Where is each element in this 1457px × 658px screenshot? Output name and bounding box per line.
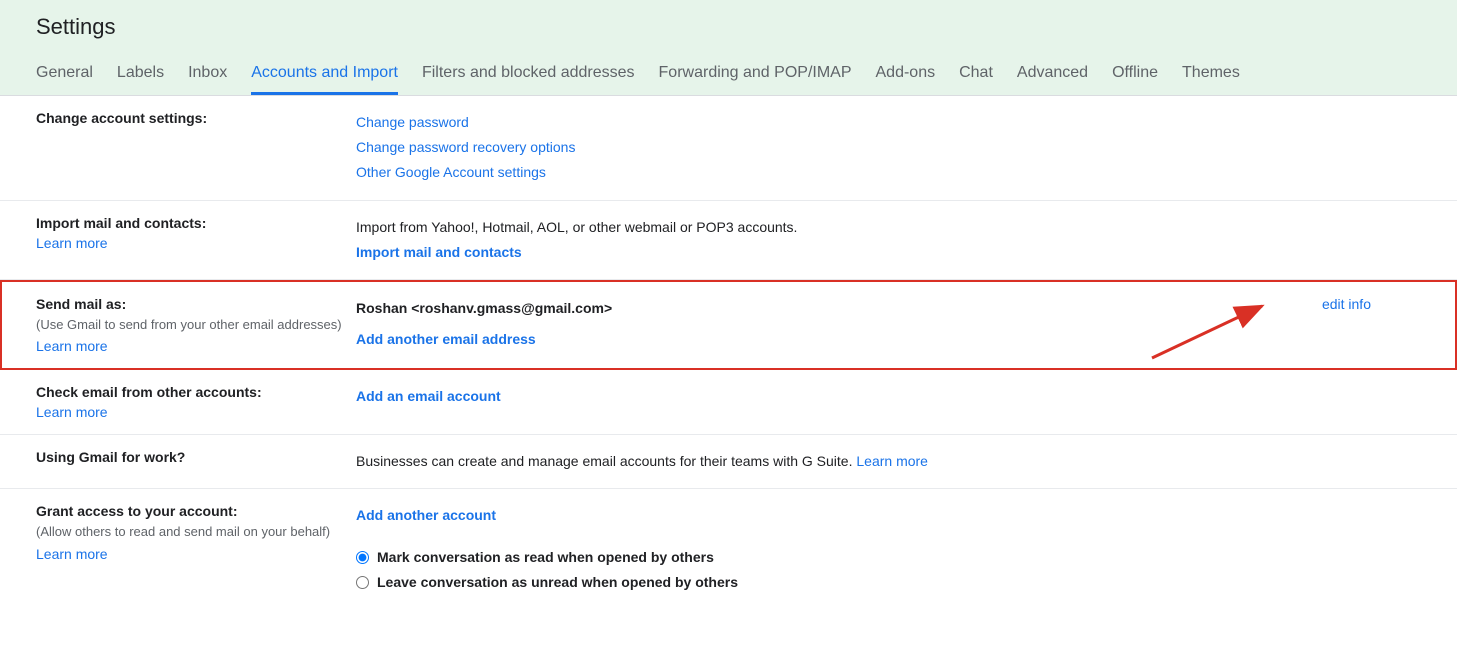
tab-advanced[interactable]: Advanced [1017,54,1088,95]
grant-access-learn-more[interactable]: Learn more [36,546,346,562]
import-mail-title: Import mail and contacts: [36,215,346,231]
check-email-learn-more[interactable]: Learn more [36,404,346,420]
import-mail-learn-more[interactable]: Learn more [36,235,346,251]
radio-mark-read-label: Mark conversation as read when opened by… [377,545,714,570]
gmail-work-title: Using Gmail for work? [36,449,346,465]
tab-forwarding[interactable]: Forwarding and POP/IMAP [659,54,852,95]
gmail-work-desc: Businesses can create and manage email a… [356,453,856,469]
tab-filters[interactable]: Filters and blocked addresses [422,54,635,95]
tab-offline[interactable]: Offline [1112,54,1158,95]
import-mail-desc: Import from Yahoo!, Hotmail, AOL, or oth… [356,215,1433,240]
page-title: Settings [0,0,1457,54]
row-change-account: Change account settings: Change password… [0,96,1457,201]
add-email-address-link[interactable]: Add another email address [356,327,536,352]
tabs-container: General Labels Inbox Accounts and Import… [0,54,1457,95]
change-account-title: Change account settings: [36,110,346,126]
row-check-email: Check email from other accounts: Learn m… [0,370,1457,435]
other-settings-link[interactable]: Other Google Account settings [356,160,1433,185]
radio-leave-unread-label: Leave conversation as unread when opened… [377,570,738,595]
gmail-work-learn-more[interactable]: Learn more [856,453,928,469]
tab-chat[interactable]: Chat [959,54,993,95]
send-mail-as-learn-more[interactable]: Learn more [36,338,346,354]
tab-accounts-import[interactable]: Accounts and Import [251,54,398,95]
radio-mark-read[interactable] [356,551,369,564]
tab-labels[interactable]: Labels [117,54,164,95]
row-gmail-work: Using Gmail for work? Businesses can cre… [0,435,1457,489]
tab-inbox[interactable]: Inbox [188,54,227,95]
radio-leave-unread[interactable] [356,576,369,589]
send-mail-as-sub: (Use Gmail to send from your other email… [36,316,346,334]
add-another-account-link[interactable]: Add another account [356,503,1433,528]
tab-addons[interactable]: Add-ons [876,54,936,95]
add-email-account-link[interactable]: Add an email account [356,388,501,404]
check-email-title: Check email from other accounts: [36,384,346,400]
row-grant-access: Grant access to your account: (Allow oth… [0,489,1457,609]
send-mail-as-email: Roshan <roshanv.gmass@gmail.com> [356,296,1322,321]
edit-info-link[interactable]: edit info [1322,296,1371,312]
import-mail-action[interactable]: Import mail and contacts [356,240,1433,265]
settings-content: Change account settings: Change password… [0,96,1457,629]
change-password-link[interactable]: Change password [356,110,1433,135]
grant-access-sub: (Allow others to read and send mail on y… [36,523,346,541]
tab-themes[interactable]: Themes [1182,54,1240,95]
row-send-mail-as: Send mail as: (Use Gmail to send from yo… [0,280,1457,370]
grant-access-title: Grant access to your account: [36,503,346,519]
send-mail-as-title: Send mail as: [36,296,346,312]
tab-general[interactable]: General [36,54,93,95]
row-import-mail: Import mail and contacts: Learn more Imp… [0,201,1457,280]
change-recovery-link[interactable]: Change password recovery options [356,135,1433,160]
